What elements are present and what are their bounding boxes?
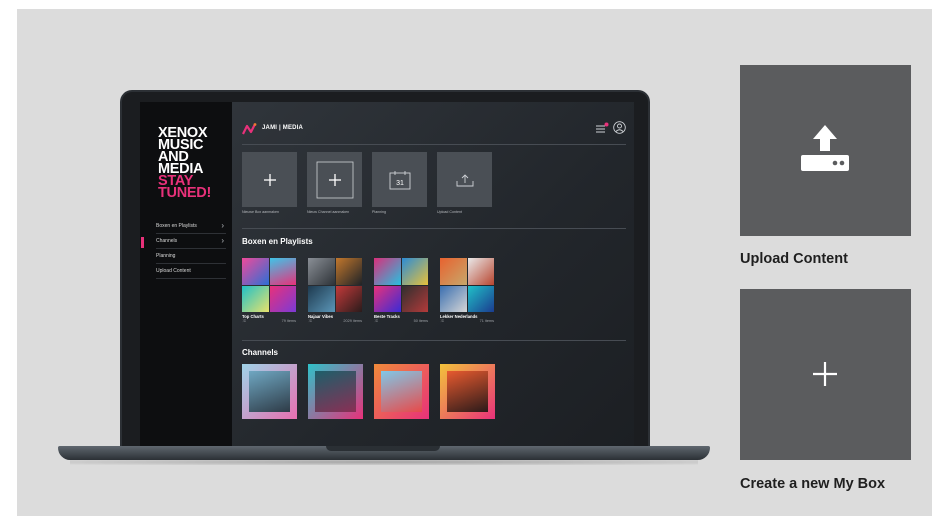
- playlist-count: 2029 items: [343, 319, 362, 323]
- main-content: JAMI | MEDIA Nieuwe Box aanmaken Nieuw C…: [232, 102, 634, 446]
- upload-content-label: Upload Content: [740, 251, 848, 267]
- channel-cover: [447, 371, 488, 412]
- playlist-cover: [242, 258, 296, 312]
- topbar: JAMI | MEDIA: [242, 121, 626, 137]
- tile-upload[interactable]: Upload Content: [437, 152, 492, 214]
- sidebar: XENOX MUSIC AND MEDIA STAY TUNED! Boxen …: [140, 102, 232, 446]
- playlist-card[interactable]: Top Charts ⤨ 79 items: [242, 258, 296, 323]
- tile-label: Nieuw Channel aanmaken: [307, 210, 350, 214]
- section-title-channels: Channels: [242, 348, 279, 357]
- tile-box: [307, 152, 362, 207]
- section-title-playlists: Boxen en Playlists: [242, 237, 313, 246]
- sidebar-nav: Boxen en Playlists › Channels › Planning…: [141, 220, 226, 280]
- menu-notification-icon[interactable]: [595, 122, 609, 134]
- channel-cover: [381, 371, 422, 412]
- channel-card[interactable]: [308, 364, 363, 419]
- laptop-screen: XENOX MUSIC AND MEDIA STAY TUNED! Boxen …: [140, 102, 634, 446]
- divider: [242, 340, 626, 341]
- sidebar-item-upload[interactable]: Upload Content: [156, 265, 226, 279]
- playlist-meta: ⤨ 2029 items: [308, 319, 362, 323]
- playlist-meta: ⤨ 79 items: [242, 319, 296, 323]
- channel-cover: [315, 371, 356, 412]
- brand-logo: XENOX MUSIC AND MEDIA STAY TUNED!: [158, 126, 230, 201]
- brand-accent-line: TUNED!: [158, 185, 211, 201]
- playlist-list: Top Charts ⤨ 79 items Najaar Vibes ⤨ 2029 …: [242, 258, 494, 323]
- shuffle-icon: ⤨: [308, 319, 312, 323]
- tile-label: Planning: [372, 210, 386, 214]
- channel-cover: [249, 371, 290, 412]
- shuffle-icon: ⤨: [242, 319, 246, 323]
- plus-square-icon: [316, 161, 353, 198]
- sidebar-item-channels[interactable]: Channels ›: [141, 235, 226, 249]
- sidebar-item-label: Upload Content: [156, 268, 191, 274]
- topbar-icons: [595, 121, 626, 134]
- channel-card[interactable]: [242, 364, 297, 419]
- calendar-day: 31: [396, 180, 404, 187]
- sidebar-item-label: Channels: [156, 238, 178, 244]
- tile-box: 31: [372, 152, 427, 207]
- playlist-card[interactable]: Beste Tracks ⤨ 50 items: [374, 258, 428, 323]
- sidebar-item-label: Boxen en Playlists: [156, 223, 197, 229]
- sidebar-item-label: Planning: [156, 253, 176, 259]
- upload-content-card[interactable]: [740, 65, 911, 236]
- tile-planning[interactable]: 31 Planning: [372, 152, 427, 214]
- channel-card[interactable]: [440, 364, 495, 419]
- create-box-label: Create a new My Box: [740, 476, 886, 492]
- create-box-card[interactable]: [740, 289, 911, 460]
- playlist-card[interactable]: Lekker Nederlands ⤨ 71 items: [440, 258, 494, 323]
- chevron-right-icon: ›: [221, 221, 224, 230]
- playlist-card[interactable]: Najaar Vibes ⤨ 2029 items: [308, 258, 362, 323]
- plus-icon: [813, 362, 837, 386]
- channel-card[interactable]: [374, 364, 429, 419]
- playlist-count: 50 items: [413, 319, 428, 323]
- tile-label: Nieuwe Box aanmaken: [242, 210, 279, 214]
- laptop-notch: [326, 446, 440, 451]
- playlist-cover: [440, 258, 494, 312]
- chevron-right-icon: ›: [221, 236, 224, 245]
- active-indicator: [141, 237, 144, 248]
- logo-text: JAMI | MEDIA: [262, 125, 304, 131]
- tile-box: [437, 152, 492, 207]
- shuffle-icon: ⤨: [374, 319, 378, 323]
- playlist-count: 79 items: [281, 319, 296, 323]
- tile-box: [242, 152, 297, 207]
- playlist-count: 71 items: [479, 319, 494, 323]
- channel-list: [242, 364, 495, 419]
- shuffle-icon: ⤨: [440, 319, 444, 323]
- divider: [242, 228, 626, 229]
- calendar-icon: 31: [389, 170, 410, 189]
- tile-label: Upload Content: [437, 210, 462, 214]
- divider: [242, 144, 626, 145]
- playlist-cover: [308, 258, 362, 312]
- sidebar-item-boxen[interactable]: Boxen en Playlists ›: [156, 220, 226, 234]
- playlist-cover: [374, 258, 428, 312]
- tile-new-channel[interactable]: Nieuw Channel aanmaken: [307, 152, 362, 214]
- quick-actions: Nieuwe Box aanmaken Nieuw Channel aanmak…: [242, 152, 492, 214]
- plus-icon: [263, 173, 276, 186]
- user-icon[interactable]: [613, 121, 626, 134]
- upload-icon: [456, 173, 473, 186]
- tile-new-box[interactable]: Nieuwe Box aanmaken: [242, 152, 297, 214]
- playlist-meta: ⤨ 50 items: [374, 319, 428, 323]
- upload-drive-icon: [801, 125, 849, 171]
- playlist-meta: ⤨ 71 items: [440, 319, 494, 323]
- jami-logo-icon: [242, 123, 257, 135]
- sidebar-item-planning[interactable]: Planning: [156, 250, 226, 264]
